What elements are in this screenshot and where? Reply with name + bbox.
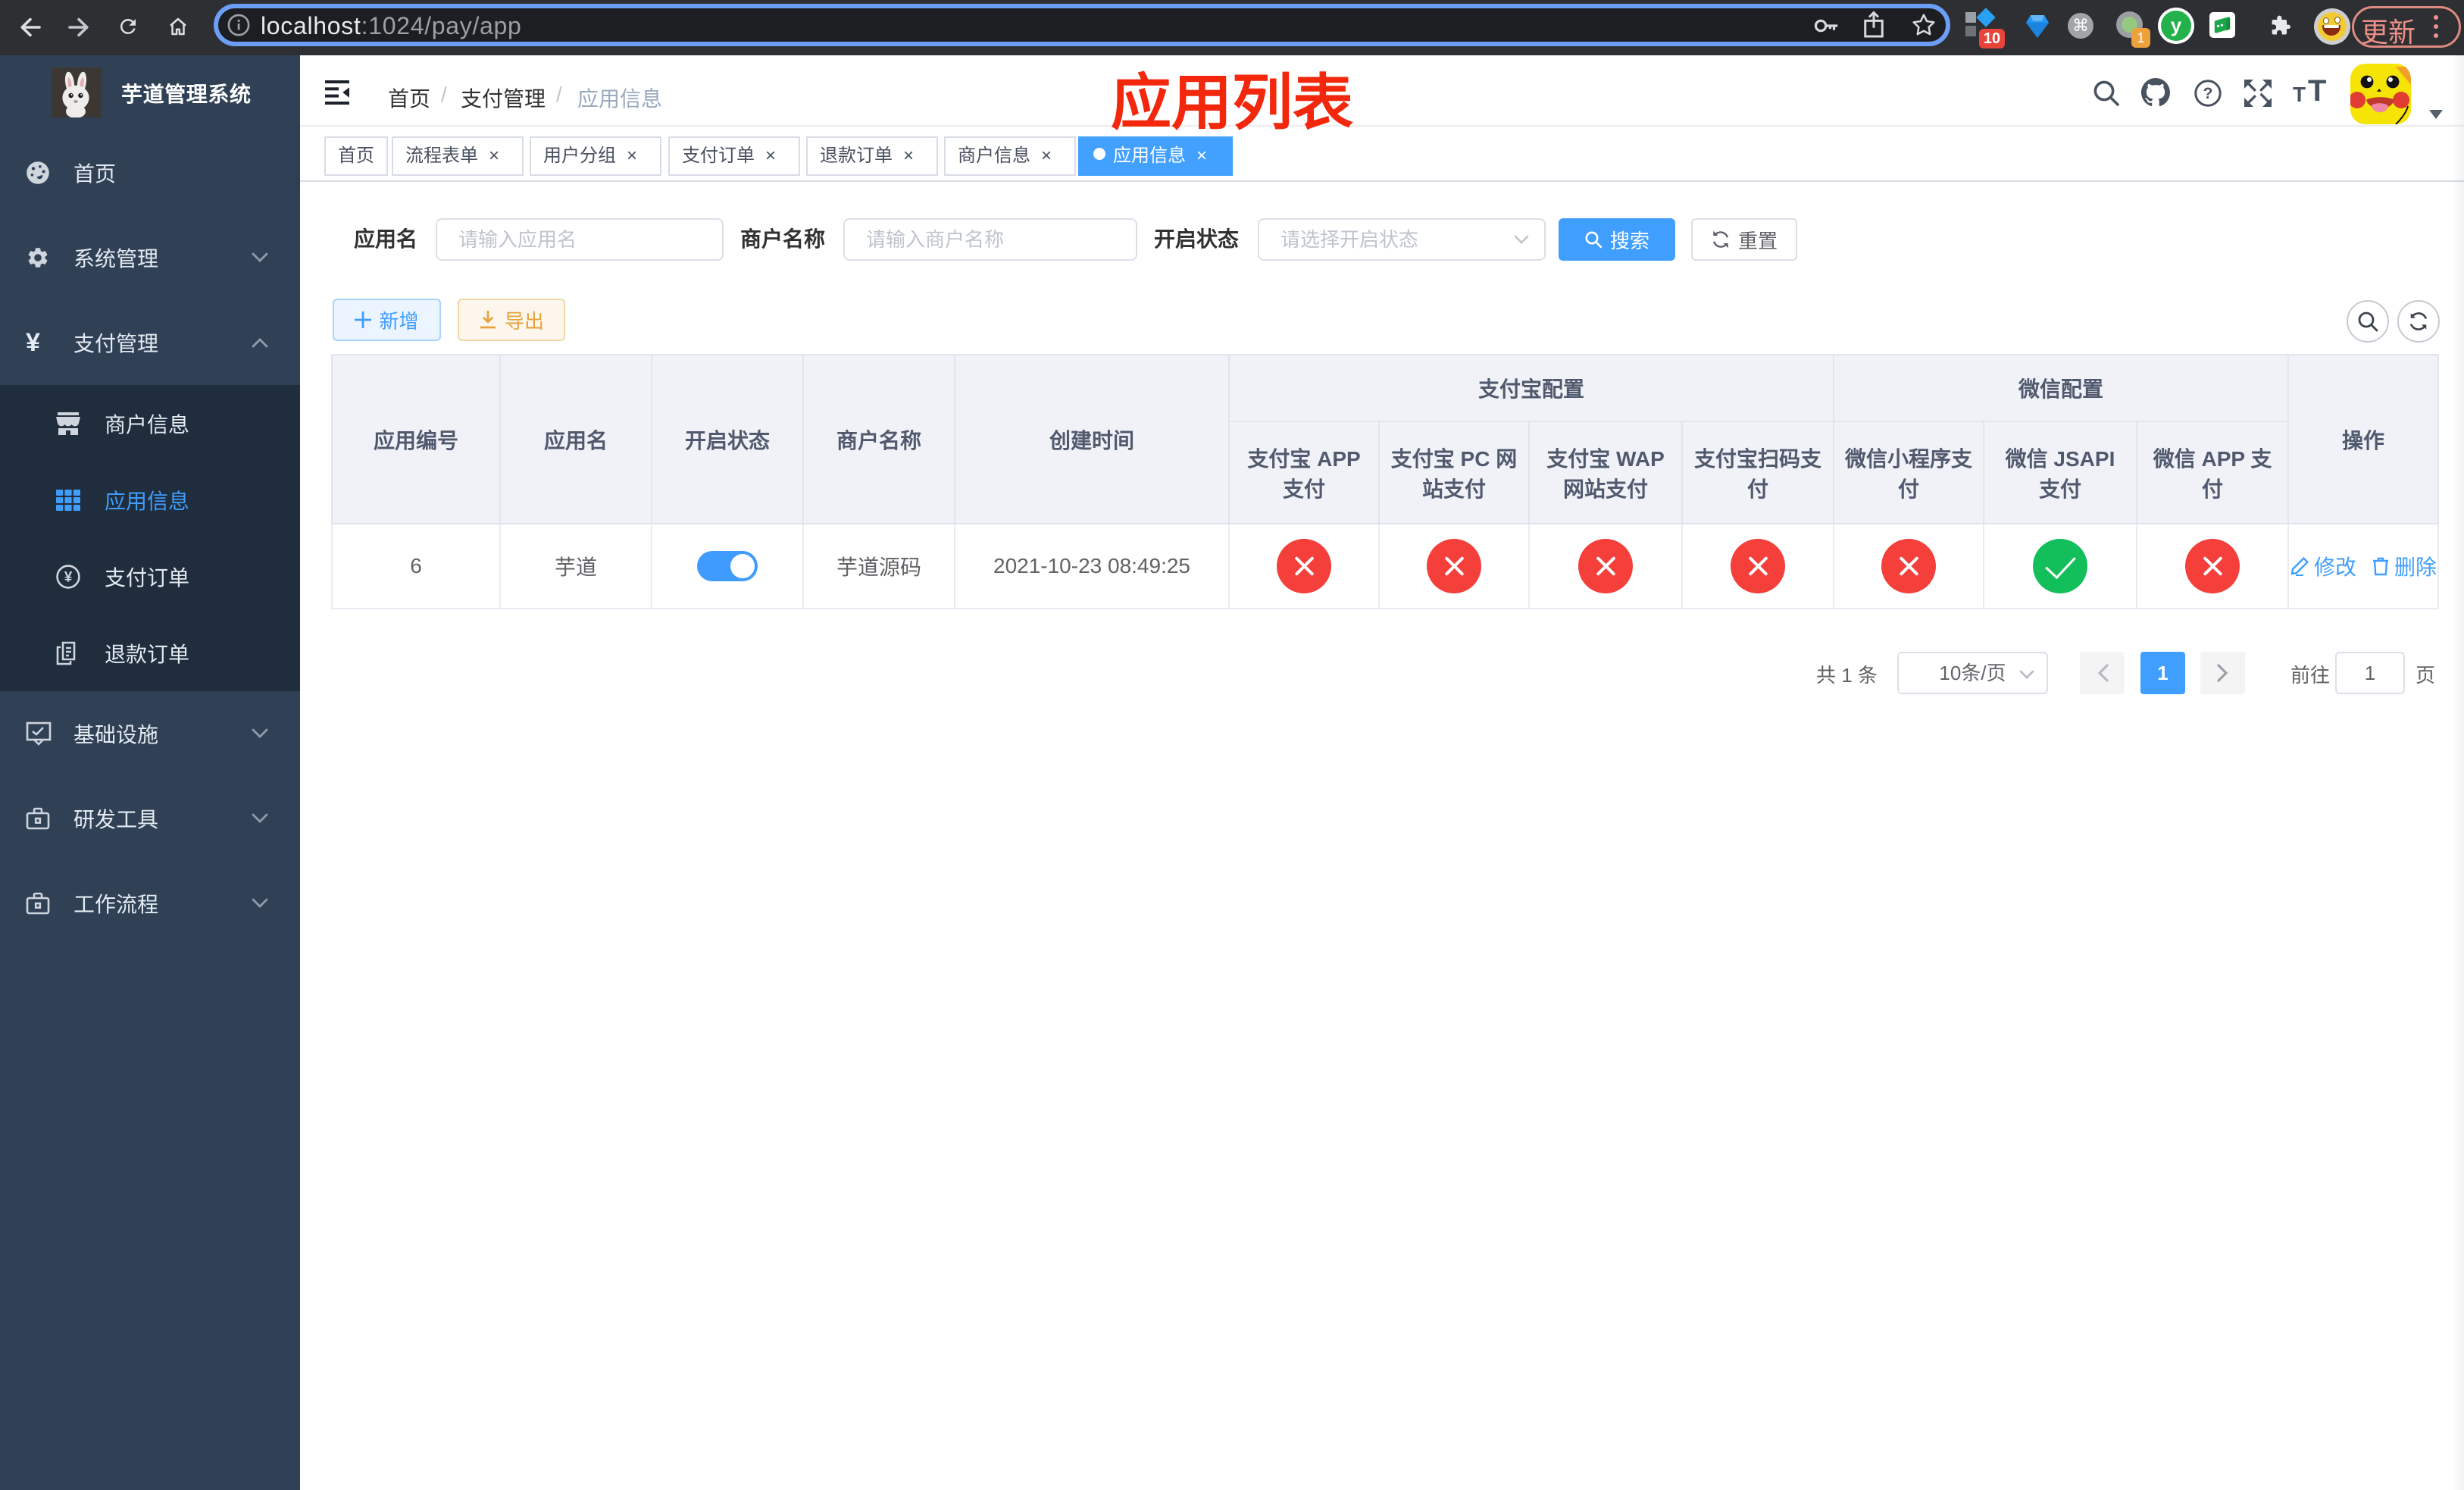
svg-text:¥: ¥ [64, 569, 73, 585]
svg-text:?: ? [2203, 85, 2213, 102]
